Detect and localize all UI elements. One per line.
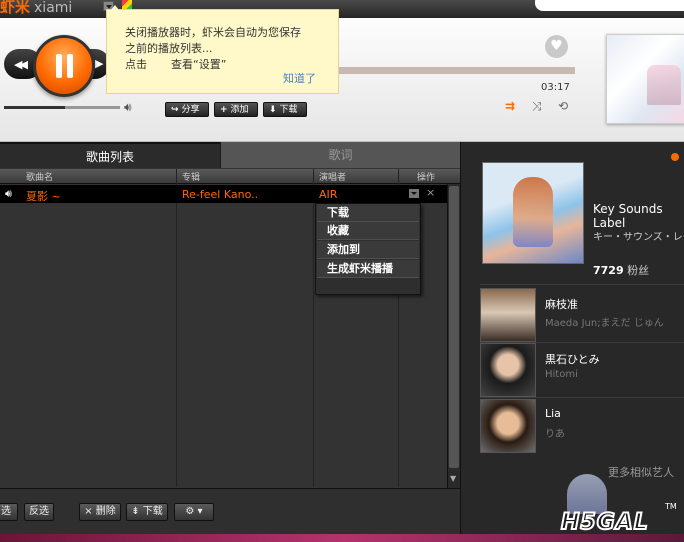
playlist-header: 歌曲名 专辑 演唱者 操作 (0, 169, 460, 184)
mascot-figure (567, 474, 607, 514)
download-icon: ⇟ (131, 506, 143, 517)
artist-panel: Key Sounds Label キー・サウンズ・レーベル 7729 粉丝 麻枝… (460, 142, 684, 542)
tooltip-ok-link[interactable]: 知道了 (283, 70, 316, 86)
xiami-logo: 虾米 xiami (0, 0, 73, 16)
volume-slider[interactable] (4, 106, 120, 109)
menu-item-add-to[interactable]: 添加到 (317, 241, 419, 259)
similar-artist-alias: Hitomi (545, 369, 578, 380)
progress-bar[interactable] (338, 67, 575, 74)
tooltip-text-line: 点击 查看“设置” (125, 58, 227, 71)
row-album[interactable]: Re-feel Kano.. (182, 188, 258, 201)
menu-item-collect[interactable]: 收藏 (317, 222, 419, 240)
similar-artist[interactable]: 黒石ひとみ Hitomi (480, 343, 684, 397)
similar-artist-image[interactable] (480, 399, 536, 453)
row-menu-dropdown-icon[interactable] (409, 189, 419, 198)
download-button[interactable]: ⬇ 下载 (263, 102, 307, 117)
menu-item-make-radio[interactable]: 生成虾米播播 (317, 260, 419, 278)
search-input[interactable] (535, 0, 684, 11)
col-artist[interactable]: 演唱者 (319, 170, 346, 183)
download-icon: ⬇ (269, 105, 277, 115)
batch-download-button[interactable]: ⇟ 下载 (126, 503, 168, 521)
plus-icon: + (220, 105, 228, 115)
scrollbar-thumb[interactable] (449, 186, 459, 468)
share-button[interactable]: ↪ 分享 (165, 102, 209, 117)
column-divider (176, 169, 177, 487)
artist-alias: キー・サウンズ・レーベル (593, 232, 684, 243)
artist-name[interactable]: Key Sounds Label (593, 202, 684, 230)
playlist-scrollbar[interactable]: ▼ (447, 184, 460, 488)
similar-artist-alias: りあ (545, 429, 565, 440)
similar-artist-name[interactable]: 黒石ひとみ (545, 351, 600, 367)
add-button[interactable]: + 添加 (214, 102, 258, 117)
repeat-icon[interactable]: ⟲ (558, 99, 568, 113)
invert-selection-button[interactable]: 反选 (24, 503, 54, 521)
speaker-icon[interactable]: 🔊︎ (124, 100, 132, 115)
taskbar-strip (0, 534, 684, 542)
playlist-tabs: 歌曲列表 歌词 (0, 142, 460, 168)
tab-song-list[interactable]: 歌曲列表 (0, 142, 220, 168)
similar-artist[interactable]: 麻枝准 Maeda Jun;まえだ じゅん (480, 288, 684, 342)
status-dot (671, 153, 679, 161)
similar-artist[interactable]: Lia りあ (480, 399, 684, 453)
gear-icon: ⚙ ▾ (185, 506, 203, 517)
pause-icon (55, 54, 75, 78)
now-playing-icon: 🔊︎ (5, 187, 12, 200)
similar-artist-name[interactable]: 麻枝准 (545, 296, 578, 312)
album-cover[interactable] (606, 34, 684, 124)
col-ops: 操作 (417, 173, 436, 183)
trademark-mark: TM (665, 502, 677, 511)
share-icon: ↪ (171, 105, 179, 115)
divider (480, 284, 684, 285)
similar-artist-image[interactable] (480, 343, 536, 397)
row-context-menu: 下载 收藏 添加到 生成虾米播播 (315, 203, 421, 295)
shuffle-icon[interactable]: ⤨ (532, 99, 542, 114)
h5gal-watermark: H5GAL TM (557, 472, 684, 542)
scroll-down-icon[interactable]: ▼ (450, 474, 456, 483)
similar-artist-image[interactable] (480, 288, 536, 342)
select-all-button[interactable]: 选 (0, 503, 18, 521)
list-loop-icon[interactable]: ⇉ (505, 99, 515, 113)
column-divider (313, 169, 314, 487)
divider (480, 397, 684, 398)
save-playlist-tooltip: 关闭播放器时，虾米会自动为您保存 之前的播放列表... 点击 查看“设置” 知道了 (106, 5, 339, 94)
playlist-panel: 歌曲列表 歌词 歌曲名 专辑 演唱者 操作 🔊︎ 夏影 ~ Re-feel Ka… (0, 142, 460, 542)
close-icon: × (84, 506, 96, 517)
watermark-text: H5GAL (560, 509, 649, 536)
delete-button[interactable]: × 删除 (79, 503, 121, 521)
play-pause-button[interactable] (33, 35, 95, 97)
col-album[interactable]: 专辑 (182, 170, 200, 183)
tooltip-text-line: 之前的播放列表... (125, 42, 213, 55)
tooltip-text-line: 关闭播放器时，虾米会自动为您保存 (125, 26, 301, 39)
xiami-player-window: 虾米 xiami ◀◀ ▶ 🔊︎ ↪ 分享 + 添加 ⬇ 下载 03:17 ♥ ⇉ ⤨ … (0, 0, 684, 542)
artist-fans: 7729 粉丝 (593, 264, 650, 277)
heart-icon[interactable]: ♥ (545, 35, 568, 58)
player-panel: ◀◀ ▶ 🔊︎ ↪ 分享 + 添加 ⬇ 下载 03:17 ♥ ⇉ ⤨ ⟲ (0, 18, 684, 142)
row-song[interactable]: 夏影 ~ (26, 188, 61, 204)
volume-fill (4, 106, 66, 109)
similar-artist-name[interactable]: Lia (545, 407, 561, 420)
row-artist[interactable]: AIR (319, 188, 337, 201)
table-row[interactable]: 🔊︎ 夏影 ~ Re-feel Kano.. AIR × (0, 185, 447, 203)
settings-gear-button[interactable]: ⚙ ▾ (174, 503, 214, 521)
prev-icon: ◀◀ (14, 58, 28, 71)
similar-artist-alias: Maeda Jun;まえだ じゅん (545, 318, 664, 329)
tab-lyrics[interactable]: 歌词 (221, 142, 460, 168)
next-icon: ▶ (95, 57, 104, 70)
settings-link[interactable]: 查看“设置” (171, 58, 226, 71)
artist-image[interactable] (482, 162, 584, 264)
menu-item-download[interactable]: 下载 (317, 204, 419, 222)
time-readout: 03:17 (541, 82, 570, 93)
col-song[interactable]: 歌曲名 (26, 170, 53, 183)
remove-icon[interactable]: × (426, 186, 435, 199)
top-bar: 虾米 xiami (0, 0, 684, 18)
